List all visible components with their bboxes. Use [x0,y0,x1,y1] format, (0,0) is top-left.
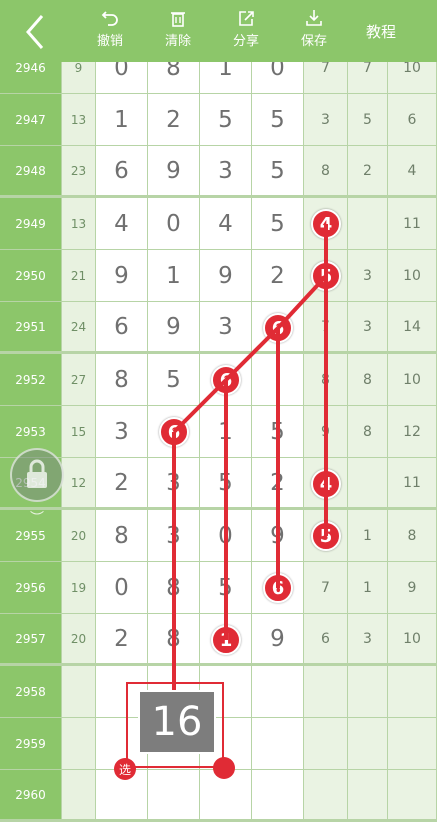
trend-line-diagonal [172,378,228,434]
share-button[interactable]: 分享 [219,8,273,49]
trend-line-diagonal [224,326,280,382]
clear-button[interactable]: 清除 [151,8,205,49]
undo-icon [101,11,118,26]
resize-handle[interactable] [213,757,235,779]
trend-line-diagonal [276,274,328,330]
save-label: 保存 [300,34,327,49]
lock-button[interactable] [10,448,64,502]
lock-icon [27,459,47,488]
select-handle[interactable]: 选 [114,758,136,780]
download-icon [306,10,322,26]
back-button[interactable] [14,10,54,54]
top-toolbar: 撤销 清除 分享 保存 教程 [0,0,437,62]
share-label: 分享 [232,34,259,49]
undo-button[interactable]: 撤销 [83,8,137,49]
back-arrow-icon [26,15,44,49]
share-icon [239,11,254,26]
save-button[interactable]: 保存 [287,8,341,49]
tutorial-button[interactable]: 教程 [366,21,396,42]
chevron-down-icon[interactable]: ︶ [30,508,44,528]
selection-count: 16 [138,690,216,754]
trash-icon [171,12,185,27]
undo-label: 撤销 [96,34,123,49]
clear-label: 清除 [164,34,191,49]
